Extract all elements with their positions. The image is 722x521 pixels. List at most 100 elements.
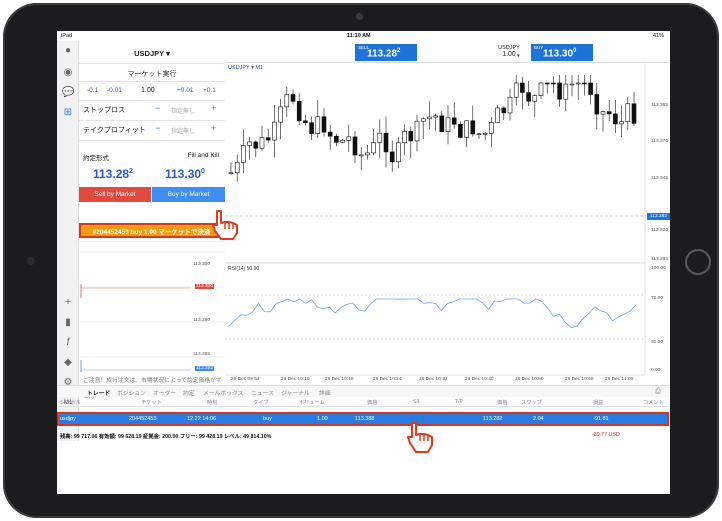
volume-plus-001[interactable]: +0.01 [177, 87, 193, 94]
rsi-line [228, 298, 637, 329]
candle-body [569, 83, 575, 86]
volume-minus-001[interactable]: -0.01 [107, 87, 122, 94]
rsi-label: 100.00 [651, 266, 666, 271]
people-icon[interactable]: ◉ [62, 67, 74, 79]
tab-deals[interactable]: 約定 [183, 388, 195, 397]
divider [79, 81, 225, 82]
candle-body [265, 137, 271, 141]
chevron-down-icon[interactable]: ▾ [517, 53, 520, 59]
volume-value[interactable]: 1.00 [141, 87, 155, 94]
buy-quote-button[interactable]: BUY 113.300 [531, 44, 593, 61]
new-order-icon[interactable]: ⊞ [62, 107, 74, 119]
tap-hand-icon [212, 210, 238, 240]
candle-body [445, 117, 451, 132]
tap-hand-icon [407, 422, 433, 453]
volume-minus-01[interactable]: -0.1 [87, 87, 98, 94]
buy-by-market-button[interactable]: Buy by Market [152, 187, 225, 202]
take-profit-plus[interactable]: + [211, 123, 216, 133]
app-screen: iPad 11:10 AM 41% ● ◉ 💬 ⊞ + ▮ f ◆ ⚙ M1 +… [57, 31, 670, 494]
mini-ask-marker: 113.300 [195, 284, 214, 289]
tab-news[interactable]: ニュース [251, 388, 274, 397]
candle-body [470, 120, 476, 135]
sell-by-market-button[interactable]: Sell by Market [79, 187, 151, 202]
candle-body [358, 154, 364, 157]
table-row[interactable]: usdjpy 204452453 12.22 14:06 buy 1.00 11… [57, 412, 669, 426]
fill-policy-value[interactable]: Fill and Kill [188, 152, 219, 159]
col-volume: ボリューム [299, 400, 325, 406]
tab-details[interactable]: 詳細 [319, 388, 331, 397]
tab-positions[interactable]: ポジション [117, 388, 146, 397]
tab-mailbox[interactable]: メールボックス [203, 388, 243, 397]
mini-y-label: 113.285 [193, 352, 210, 357]
y-label: 113.320 [651, 228, 668, 233]
quote-volume[interactable]: USDJPY 1.00 [489, 45, 529, 58]
candle-body [414, 120, 420, 142]
rsi-label: 30.00 [651, 340, 664, 345]
candle-body [538, 82, 544, 96]
take-profit-input[interactable]: 指定無し [171, 126, 195, 135]
x-label: 26 Dec 10:10 [281, 377, 310, 382]
cell-swap: 2.04 [533, 416, 544, 422]
crosshair-icon[interactable]: + [62, 297, 74, 309]
candle-body [532, 95, 538, 102]
candle-body [290, 94, 296, 102]
cell-profit: -91.81 [593, 416, 609, 422]
candle-body [606, 111, 612, 115]
candle-body [476, 133, 482, 136]
close-position-button[interactable]: #204452453 buy 1.00 マーケットで決済 [79, 223, 224, 238]
camera-icon [356, 13, 363, 20]
chart-canvas[interactable] [225, 63, 670, 385]
tab-journal[interactable]: ジャーナル [281, 388, 310, 397]
stop-loss-plus[interactable]: + [211, 103, 216, 113]
candle-body [507, 96, 513, 114]
current-price-tag: 113.282 [647, 213, 670, 220]
cell-type: buy [263, 416, 272, 422]
candles-group [228, 75, 637, 182]
print-icon[interactable]: ⎙ [655, 388, 661, 396]
candle-body [433, 115, 438, 118]
tab-trade[interactable]: トレード [87, 388, 110, 397]
stop-loss-input[interactable]: 指定無し [171, 106, 195, 115]
stop-loss-minus[interactable]: − [155, 103, 160, 113]
candle-body [278, 106, 283, 123]
candle-body [321, 116, 327, 133]
col-current-price: 価格 [497, 400, 508, 406]
candle-body [526, 92, 531, 102]
candle-body [309, 122, 314, 134]
x-label: 26 Dec 10:40 [465, 377, 494, 382]
x-label: 26 Dec 10:18 [325, 377, 354, 382]
sensor-icon [27, 257, 35, 265]
candle-body [575, 82, 581, 85]
symbol-selector[interactable]: USDJPY ▾ [79, 49, 225, 58]
mini-tick-chart: 113.300 113.300 113.290 113.285 113.282 [79, 241, 225, 379]
take-profit-minus[interactable]: − [155, 123, 160, 133]
clock: 11:10 AM [347, 33, 371, 39]
volume-plus-01[interactable]: +0.1 [203, 87, 216, 94]
left-rail: ● ◉ 💬 ⊞ + ▮ f ◆ ⚙ M1 + [57, 41, 79, 441]
col-sl: S/L [413, 399, 421, 405]
order-panel: USDJPY ▾ マーケット実行 -0.1 -0.01 1.00 +0.01 +… [79, 41, 225, 211]
mini-bid-marker: 113.282 [195, 366, 214, 371]
take-profit-label: テイクプロフィット [83, 127, 146, 134]
chat-icon[interactable]: 💬 [62, 87, 74, 99]
col-price: 価格 [367, 400, 378, 406]
cell-current-price: 113.282 [483, 416, 503, 422]
objects-icon[interactable]: ◆ [62, 357, 74, 369]
tab-orders[interactable]: オーダー [153, 388, 176, 397]
mini-y-label: 113.300 [193, 262, 210, 267]
chart-title[interactable]: USDJPY ▾ M1 [228, 65, 263, 71]
candle-body [563, 83, 569, 100]
function-icon[interactable]: f [62, 337, 74, 349]
execution-type[interactable]: マーケット実行 [79, 69, 225, 79]
home-button[interactable] [685, 249, 711, 275]
col-ticket: チケット [141, 400, 162, 406]
sell-quote-button[interactable]: SELL 113.282 [355, 44, 417, 61]
candle-body [247, 141, 252, 146]
user-icon[interactable]: ● [62, 45, 74, 57]
rsi-title: RSI(14) 50.90 [228, 266, 260, 272]
candle-body [544, 82, 550, 85]
total-profit: -89.77 USD [592, 432, 620, 438]
price-chart[interactable]: USDJPY ▾ M1 RSI(14) 50.90 113.395 113.37… [225, 63, 670, 385]
chart-type-icon[interactable]: ▮ [62, 317, 74, 329]
quote-volume-value: 1.00 [502, 51, 516, 58]
